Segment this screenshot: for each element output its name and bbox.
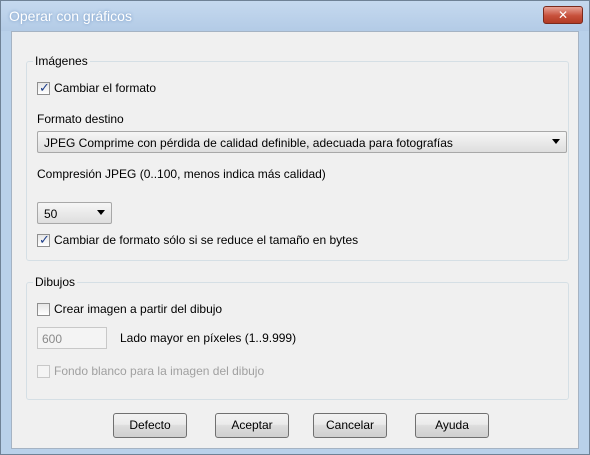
close-icon: ✕ bbox=[557, 8, 569, 22]
fondo-blanco-checkbox[interactable] bbox=[37, 365, 50, 378]
dibujos-group-title: Dibujos bbox=[33, 275, 78, 289]
dialog-body: Imágenes Cambiar el formato Formato dest… bbox=[11, 31, 579, 449]
fondo-blanco-label: Fondo blanco para la imagen del dibujo bbox=[54, 364, 265, 378]
aceptar-button[interactable]: Aceptar bbox=[215, 413, 289, 438]
window-title: Operar con gráficos bbox=[9, 8, 132, 24]
lado-mayor-label: Lado mayor en píxeles (1..9.999) bbox=[120, 331, 297, 345]
solo-si-reduce-checkbox[interactable] bbox=[37, 232, 50, 248]
cambiar-formato-label[interactable]: Cambiar el formato bbox=[54, 81, 156, 95]
compresion-value: 50 bbox=[44, 207, 58, 221]
lado-mayor-value: 600 bbox=[42, 332, 63, 346]
dibujos-group: Dibujos bbox=[26, 275, 569, 400]
compresion-label: Compresión JPEG (0..100, menos indica má… bbox=[37, 167, 326, 181]
formato-destino-select[interactable]: JPEG Comprime con pérdida de calidad def… bbox=[37, 131, 567, 153]
crear-imagen-checkbox[interactable] bbox=[37, 303, 50, 316]
ayuda-button[interactable]: Ayuda bbox=[415, 413, 489, 438]
defecto-button[interactable]: Defecto bbox=[113, 413, 187, 438]
title-bar[interactable]: Operar con gráficos ✕ bbox=[1, 1, 589, 31]
lado-mayor-input[interactable]: 600 bbox=[37, 327, 107, 349]
formato-destino-label: Formato destino bbox=[37, 112, 124, 126]
chevron-down-icon bbox=[97, 210, 105, 215]
dialog-window: Operar con gráficos ✕ Imágenes Cambiar e… bbox=[0, 0, 590, 455]
formato-destino-value: JPEG Comprime con pérdida de calidad def… bbox=[44, 136, 453, 150]
close-button[interactable]: ✕ bbox=[543, 6, 583, 24]
compresion-select[interactable]: 50 bbox=[37, 202, 112, 224]
crear-imagen-label[interactable]: Crear imagen a partir del dibujo bbox=[54, 302, 222, 316]
cambiar-formato-checkbox[interactable] bbox=[37, 80, 50, 96]
solo-si-reduce-label[interactable]: Cambiar de formato sólo si se reduce el … bbox=[54, 233, 358, 247]
chevron-down-icon bbox=[552, 139, 560, 144]
imagenes-group-title: Imágenes bbox=[33, 54, 90, 68]
cancelar-button[interactable]: Cancelar bbox=[313, 413, 387, 438]
